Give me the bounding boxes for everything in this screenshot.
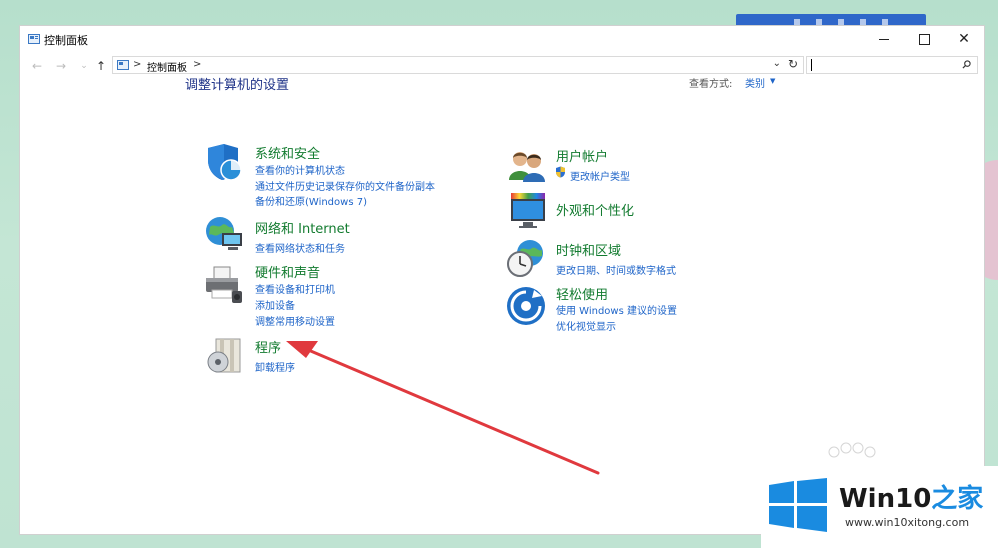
back-button[interactable]: ← [28, 57, 46, 75]
link-change-account-type[interactable]: 更改帐户类型 [570, 168, 630, 183]
monitor-icon[interactable] [507, 191, 547, 231]
category-title-hardware-sound[interactable]: 硬件和声音 [255, 262, 320, 281]
arrow-right-icon: → [55, 59, 67, 73]
title-bar[interactable]: 控制面板 ✕ [20, 26, 984, 52]
maximize-button[interactable] [904, 26, 944, 52]
link-uninstall-program[interactable]: 卸载程序 [255, 359, 295, 374]
refresh-button[interactable]: ↻ [788, 57, 798, 71]
link-optimize-visual-display[interactable]: 优化视觉显示 [556, 318, 616, 333]
breadcrumb-separator[interactable]: > [193, 59, 201, 70]
watermark-logo: Win10之家 www.win10xitong.com [761, 466, 998, 548]
breadcrumb-control-panel[interactable]: 控制面板 [147, 59, 187, 74]
search-icon [962, 60, 971, 69]
refresh-icon: ↻ [787, 57, 798, 71]
printer-icon[interactable] [204, 265, 244, 305]
maximize-icon [918, 33, 930, 45]
uac-shield-icon [556, 166, 565, 178]
forward-button[interactable]: → [52, 57, 70, 75]
link-network-status[interactable]: 查看网络状态和任务 [255, 240, 345, 255]
network-globe-icon[interactable] [204, 213, 244, 253]
chevron-down-icon: ⌄ [772, 58, 781, 69]
recent-locations-button[interactable]: ⌄ [75, 57, 93, 75]
link-add-device[interactable]: 添加设备 [255, 297, 295, 312]
category-title-network-internet[interactable]: 网络和 Internet [255, 218, 350, 237]
link-windows-recommended-settings[interactable]: 使用 Windows 建议的设置 [556, 302, 677, 317]
watermark-brand-main: Win10 [839, 484, 932, 514]
up-button[interactable]: ↑ [92, 57, 110, 75]
address-row: ← → ⌄ ↑ > 控制面板 > ⌄ ↻ [20, 54, 984, 78]
control-panel-icon [117, 60, 129, 70]
minimize-icon [879, 38, 889, 40]
arrow-up-icon: ↑ [95, 59, 107, 73]
shield-icon[interactable] [204, 142, 244, 182]
page-title: 调整计算机的设置 [185, 78, 290, 93]
breadcrumb-separator[interactable]: > [133, 59, 141, 70]
search-input[interactable] [806, 56, 978, 74]
watermark-brand-accent: 之家 [931, 484, 984, 514]
category-title-ease-of-access[interactable]: 轻松使用 [556, 284, 608, 303]
text-caret [811, 59, 812, 71]
close-icon: ✕ [958, 31, 970, 47]
category-title-clock-region[interactable]: 时钟和区域 [556, 240, 621, 259]
programs-disc-icon[interactable] [206, 336, 246, 376]
link-view-computer-status[interactable]: 查看你的计算机状态 [255, 162, 345, 177]
link-file-history[interactable]: 通过文件历史记录保存你的文件备份副本 [255, 178, 435, 193]
address-bar[interactable]: > 控制面板 > ⌄ ↻ [112, 56, 804, 74]
link-devices-printers[interactable]: 查看设备和打印机 [255, 281, 335, 296]
window-title: 控制面板 [44, 34, 88, 47]
category-title-programs[interactable]: 程序 [255, 337, 281, 356]
arrow-left-icon: ← [31, 59, 43, 73]
view-by-dropdown[interactable]: 类别 [745, 75, 765, 90]
chevron-down-icon: ⌄ [80, 61, 88, 71]
link-backup-restore[interactable]: 备份和还原(Windows 7) [255, 193, 367, 208]
link-mobility-settings[interactable]: 调整常用移动设置 [255, 313, 335, 328]
minimize-button[interactable] [864, 26, 904, 52]
close-button[interactable]: ✕ [944, 26, 984, 52]
users-icon[interactable] [507, 146, 547, 186]
triangle-down-icon[interactable]: ▼ [770, 77, 775, 85]
watermark-brand: Win10之家 [839, 478, 983, 515]
control-panel-icon [28, 34, 40, 44]
link-change-date-time[interactable]: 更改日期、时间或数字格式 [556, 262, 676, 277]
watermark-url: www.win10xitong.com [845, 516, 970, 529]
view-by-label: 查看方式: [689, 79, 733, 90]
category-title-user-accounts[interactable]: 用户帐户 [556, 146, 608, 165]
windows-logo-icon [769, 478, 827, 532]
ease-of-access-icon[interactable] [506, 286, 546, 326]
category-title-system-security[interactable]: 系统和安全 [255, 143, 320, 162]
clock-globe-icon[interactable] [506, 238, 546, 278]
category-title-appearance[interactable]: 外观和个性化 [556, 200, 634, 219]
address-dropdown-button[interactable]: ⌄ [773, 58, 781, 69]
